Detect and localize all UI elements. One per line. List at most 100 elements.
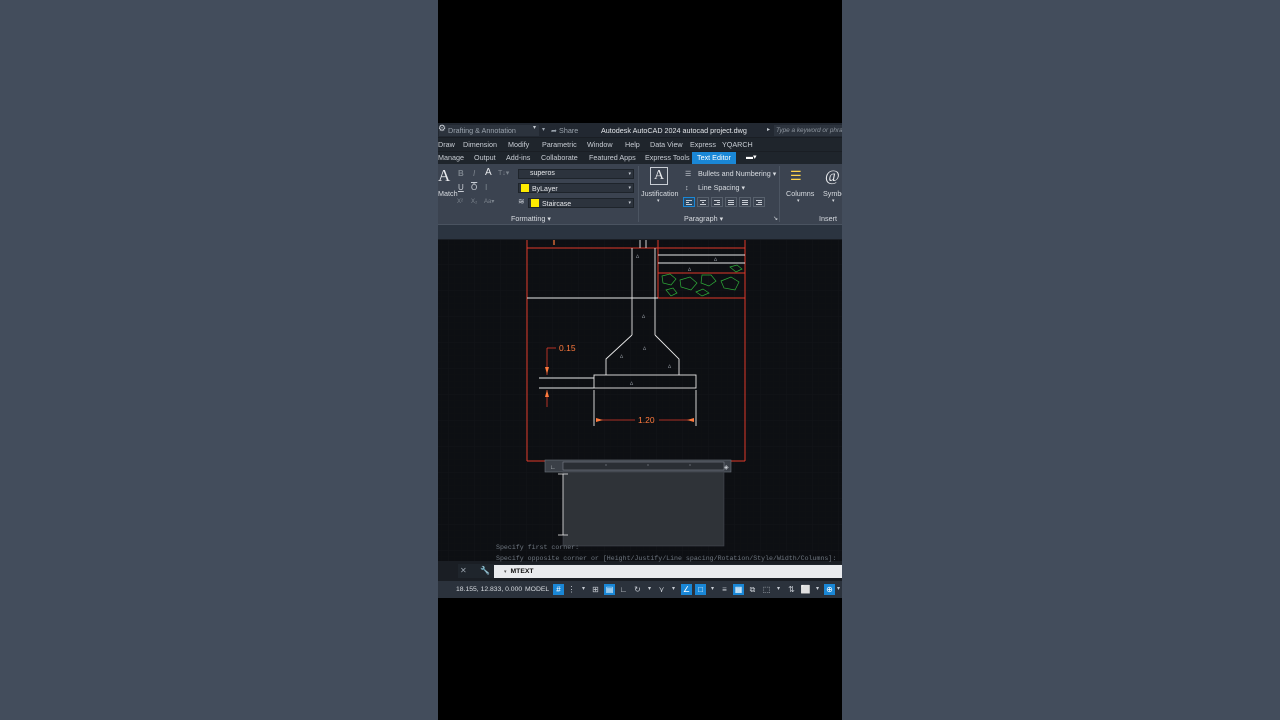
mtext-editor[interactable]: ∟ ◈ <box>544 459 732 547</box>
chevron-down-icon[interactable]: ▾ <box>668 584 679 595</box>
menu-modify[interactable]: Modify <box>508 140 529 150</box>
bold-icon[interactable]: B <box>458 169 464 179</box>
app-title: Autodesk AutoCAD 2024 autocad project.dw… <box>601 126 747 135</box>
chevron-down-icon[interactable]: ▾ <box>578 584 589 595</box>
match-icon[interactable]: A <box>438 167 450 185</box>
object-snap-icon[interactable]: □ <box>695 584 706 595</box>
color-swatch <box>521 184 529 192</box>
isolate-objects-icon[interactable]: ⊕ <box>824 584 835 595</box>
lineweight-icon[interactable]: ≡ <box>719 584 730 595</box>
align-center-button[interactable] <box>697 197 709 207</box>
bullets-button[interactable]: Bullets and Numbering ▾ <box>698 169 776 179</box>
drawing-viewport[interactable]: ∆ ∆ ∆ ∆ ∆ ∆ ∆ ∆ 0.15 1.20 ∟ ◈ <box>438 240 842 561</box>
polar-tracking-icon[interactable]: ↻ <box>632 584 643 595</box>
chevron-down-icon[interactable]: ▾ <box>504 569 507 575</box>
search-input[interactable]: Type a keyword or phrase <box>774 125 842 136</box>
strike-icon[interactable]: Ⅰ <box>485 183 487 193</box>
isodraft-icon[interactable]: ⋎ <box>656 584 667 595</box>
italic-icon[interactable]: I <box>473 169 475 179</box>
command-input[interactable]: ▾ MTEXT <box>494 565 842 578</box>
chevron-down-icon: ▾ <box>628 185 631 191</box>
3d-osnap-icon[interactable]: ⬚ <box>761 584 772 595</box>
menu-yqarch[interactable]: YQARCH <box>722 140 753 150</box>
menu-help[interactable]: Help <box>625 140 640 150</box>
drawing-canvas[interactable]: ∆ ∆ ∆ ∆ ∆ ∆ ∆ ∆ 0.15 1.20 ∟ ◈ <box>438 240 842 561</box>
chevron-down-icon[interactable]: ▾ <box>812 584 823 595</box>
snap-icon[interactable]: ⋮ <box>566 584 577 595</box>
superscript-icon[interactable]: X² <box>457 197 463 207</box>
symbol-icon[interactable]: @ <box>825 168 840 186</box>
justify-button[interactable] <box>725 197 737 207</box>
chevron-down-icon[interactable]: ▾ <box>797 196 800 206</box>
workspace-label: Drafting & Annotation <box>448 126 516 135</box>
chevron-down-icon[interactable]: ▾ <box>533 123 536 134</box>
infer-constraints-icon[interactable]: ⊞ <box>590 584 601 595</box>
text-style-select[interactable]: superos ▾ <box>518 169 634 179</box>
insert-panel-label[interactable]: Insert <box>819 214 837 223</box>
share-label: Share <box>559 126 579 135</box>
ortho-icon[interactable]: ∟ <box>618 584 629 595</box>
chevron-down-icon[interactable]: ▾ <box>644 584 655 595</box>
dialog-launcher-icon[interactable]: ↘ <box>773 214 778 224</box>
chevron-down-icon[interactable]: ▾ <box>832 196 835 206</box>
overline-icon[interactable]: Ō <box>471 183 477 193</box>
tab-text-editor[interactable]: Text Editor <box>692 152 736 164</box>
ribbon-toggle-icon[interactable]: ▬▾ <box>746 153 762 162</box>
tab-add-ins[interactable]: Add-ins <box>506 153 530 163</box>
close-icon[interactable]: ✕ <box>460 565 467 577</box>
tab-manage[interactable]: Manage <box>438 153 464 163</box>
video-frame: Drafting & Annotation ⚙ ▾ ▾ ➦ Share Auto… <box>438 0 842 720</box>
line-spacing-button[interactable]: Line Spacing ▾ <box>698 183 745 193</box>
chevron-down-icon[interactable]: ▾ <box>773 584 784 595</box>
menu-dimension[interactable]: Dimension <box>463 140 497 150</box>
color-select[interactable]: ByLayer ▾ <box>518 183 634 193</box>
transparency-icon[interactable]: ▦ <box>733 584 744 595</box>
justification-icon[interactable]: A <box>650 167 668 185</box>
chevron-down-icon[interactable]: ▾ <box>657 196 660 206</box>
selection-cycling-icon[interactable]: ⧉ <box>747 584 758 595</box>
underline-icon[interactable]: U <box>458 183 464 193</box>
align-right-button[interactable] <box>711 197 723 207</box>
grid-icon[interactable]: # <box>553 584 564 595</box>
case-icon[interactable]: T↓▾ <box>498 169 509 179</box>
workspace-dropdown[interactable]: Drafting & Annotation <box>439 125 539 136</box>
autocad-window: Drafting & Annotation ⚙ ▾ ▾ ➦ Share Auto… <box>438 123 842 598</box>
text-style-value: superos <box>530 170 555 177</box>
columns-icon[interactable]: ☰ <box>790 169 802 183</box>
match-label[interactable]: Match <box>438 189 458 199</box>
dynamic-input-icon[interactable]: ▤ <box>604 584 615 595</box>
menu-data-view[interactable]: Data View <box>650 140 683 150</box>
menu-express[interactable]: Express <box>690 140 716 150</box>
paragraph-panel-label[interactable]: Paragraph ▾ <box>684 214 723 223</box>
share-button[interactable]: ➦ Share <box>551 125 578 136</box>
chevron-right-icon[interactable]: ▸ <box>767 125 770 136</box>
chevron-down-icon[interactable]: ▾ <box>707 584 718 595</box>
tab-express-tools[interactable]: Express Tools <box>645 153 690 163</box>
file-tab-strip <box>438 224 842 239</box>
object-snap-tracking-icon[interactable]: ∠ <box>681 584 692 595</box>
chevron-down-icon[interactable]: ▾ <box>835 584 842 595</box>
wrench-icon[interactable]: 🔧 <box>480 565 490 577</box>
gear-icon[interactable]: ⚙ <box>438 123 446 134</box>
menu-draw[interactable]: Draw <box>438 140 455 150</box>
menu-parametric[interactable]: Parametric <box>542 140 577 150</box>
annotation-scale-icon[interactable]: ⇅ <box>786 584 797 595</box>
dimension-height-label: 0.15 <box>559 343 576 353</box>
workspace-switch-icon[interactable]: ⬜ <box>800 584 811 595</box>
quick-access-customize-icon[interactable]: ▾ <box>542 125 545 136</box>
model-space-button[interactable]: MODEL <box>525 584 549 595</box>
columns-label[interactable]: Columns <box>786 189 814 199</box>
align-left-button[interactable] <box>683 197 695 207</box>
formatting-panel-label[interactable]: Formatting ▾ <box>511 214 551 223</box>
paragraph-settings-button[interactable] <box>753 197 765 207</box>
layer-color-swatch <box>531 199 539 207</box>
subscript-icon[interactable]: X₂ <box>471 197 477 207</box>
tab-output[interactable]: Output <box>474 153 496 163</box>
tab-featured-apps[interactable]: Featured Apps <box>589 153 636 163</box>
text-height-icon[interactable]: A <box>485 168 492 178</box>
tab-collaborate[interactable]: Collaborate <box>541 153 578 163</box>
menu-window[interactable]: Window <box>587 140 613 150</box>
layer-select[interactable]: Staircase ▾ <box>528 198 634 208</box>
distribute-button[interactable] <box>739 197 751 207</box>
font-case-icon[interactable]: Aa▾ <box>484 197 494 207</box>
